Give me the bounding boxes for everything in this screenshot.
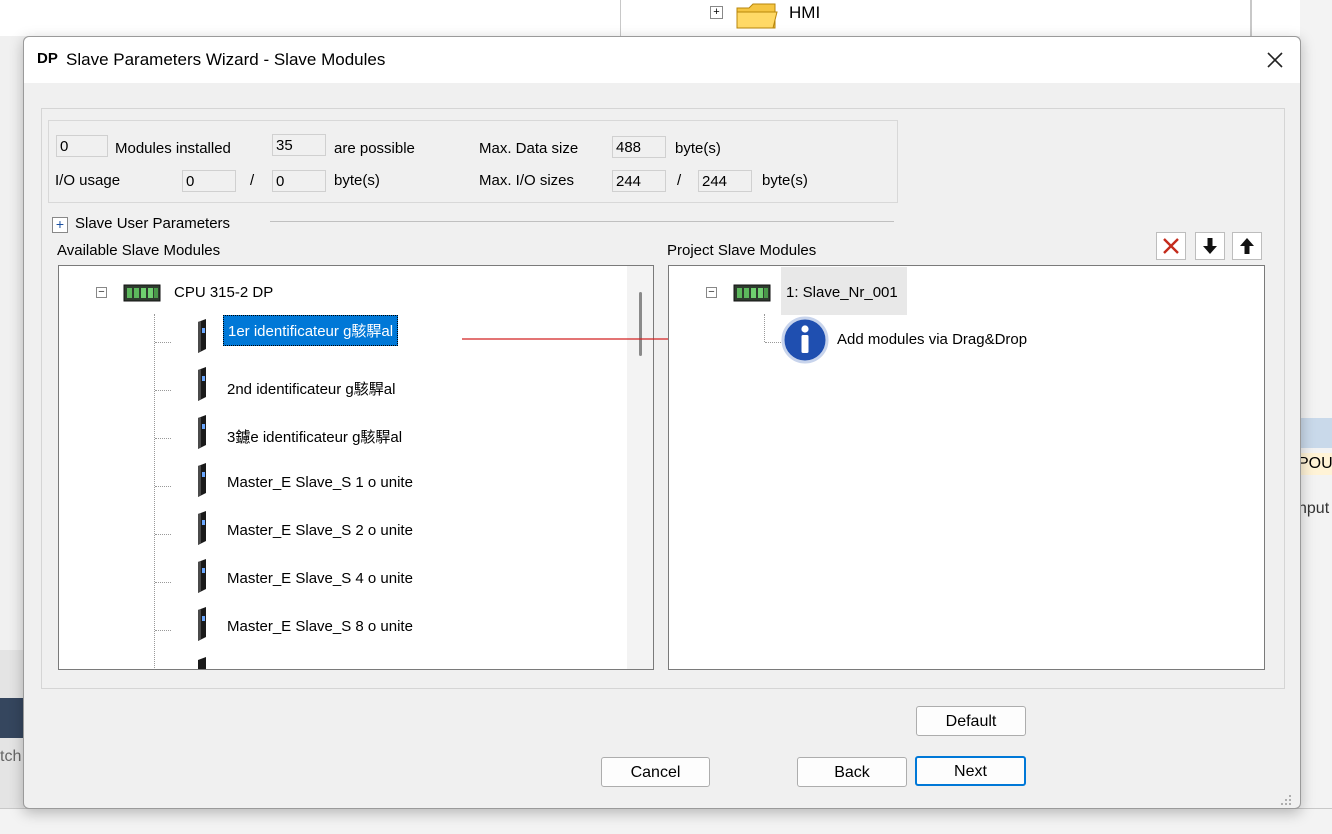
collapse-icon[interactable]: − [706, 287, 717, 298]
modules-installed-field: 0 [56, 135, 108, 157]
cpu-rack-icon [123, 283, 161, 303]
max-io-out-field: 244 [698, 170, 752, 192]
tree-branch [155, 438, 171, 439]
max-data-size-unit: byte(s) [675, 140, 721, 157]
possible-field: 35 [272, 134, 326, 156]
cancel-button[interactable]: Cancel [601, 757, 710, 787]
background-tab [1300, 418, 1332, 448]
module-item-2[interactable]: 2nd identificateur g駭駻al [227, 378, 395, 399]
max-io-unit: byte(s) [762, 172, 808, 189]
project-modules-tree[interactable]: − 1: Slave_Nr_001 Add modules via Drag&D… [668, 265, 1265, 670]
module-item-4[interactable]: Master_E Slave_S 1 o unite [227, 474, 413, 491]
slave-user-params-label[interactable]: Slave User Parameters [75, 215, 230, 232]
delete-icon[interactable] [1156, 232, 1186, 260]
tree-branch [155, 390, 171, 391]
module-item-3[interactable]: 3鑢e identificateur g駭駻al [227, 426, 402, 447]
io-usage-separator: / [250, 172, 255, 189]
tree-branch [155, 486, 171, 487]
background-status [0, 808, 1332, 834]
drag-drop-hint: Add modules via Drag&Drop [837, 331, 1028, 348]
available-modules-tree[interactable]: − CPU 315-2 DP 1er identificateur g駭駻al … [58, 265, 654, 670]
io-usage-out-field: 0 [272, 170, 326, 192]
module-icon [195, 558, 209, 594]
move-down-icon[interactable] [1195, 232, 1225, 260]
background-tab-label[interactable]: POU [1298, 453, 1332, 475]
available-root-label[interactable]: CPU 315-2 DP [174, 284, 273, 301]
module-item-5[interactable]: Master_E Slave_S 2 o unite [227, 522, 413, 539]
tree-branch [765, 342, 781, 343]
module-icon [195, 656, 209, 669]
background-left-label: tch [0, 748, 22, 765]
move-up-icon[interactable] [1232, 232, 1262, 260]
tree-line [764, 314, 765, 342]
tree-line [154, 314, 155, 669]
tree-branch [155, 534, 171, 535]
tree-branch [155, 582, 171, 583]
tree-branch [155, 342, 171, 343]
expand-icon[interactable]: + [710, 6, 723, 19]
background-right-pane [1300, 0, 1332, 833]
slave-modules-dialog: DP Slave Parameters Wizard - Slave Modul… [23, 36, 1301, 809]
divider [270, 221, 894, 222]
background-left-bar [0, 698, 24, 738]
max-io-separator: / [677, 172, 682, 189]
project-modules-header: Project Slave Modules [667, 242, 817, 259]
slave-rack-icon [733, 283, 771, 303]
module-icon [195, 606, 209, 642]
folder-icon [735, 0, 779, 30]
max-io-in-field: 244 [612, 170, 666, 192]
module-icon [195, 318, 209, 354]
module-icon [195, 510, 209, 546]
module-item-6[interactable]: Master_E Slave_S 4 o unite [227, 570, 413, 587]
dialog-title: Slave Parameters Wizard - Slave Modules [66, 50, 386, 69]
available-modules-header: Available Slave Modules [57, 242, 221, 259]
next-button[interactable]: Next [915, 756, 1026, 786]
max-io-sizes-label: Max. I/O sizes [479, 172, 575, 189]
module-item-7[interactable]: Master_E Slave_S 8 o unite [227, 618, 413, 635]
module-icon [195, 414, 209, 450]
resize-grip-icon[interactable] [1280, 793, 1292, 805]
max-data-size-label: Max. Data size [479, 140, 579, 157]
hmi-label[interactable]: HMI [789, 3, 820, 23]
possible-label: are possible [334, 140, 415, 157]
io-usage-unit: byte(s) [334, 172, 380, 189]
default-button[interactable]: Default [916, 706, 1026, 736]
expand-user-params-icon[interactable]: + [52, 217, 68, 233]
collapse-icon[interactable]: − [96, 287, 107, 298]
title-bar: DP Slave Parameters Wizard - Slave Modul… [24, 37, 1300, 83]
info-group [48, 120, 898, 203]
io-usage-label: I/O usage [55, 172, 121, 189]
max-data-size-field: 488 [612, 136, 666, 158]
info-icon [781, 316, 829, 364]
tree-branch [155, 630, 171, 631]
module-item-1[interactable]: 1er identificateur g駭駻al [223, 315, 399, 346]
background-input-label: nput [1298, 500, 1330, 517]
background-window [0, 0, 1332, 36]
project-root-label[interactable]: 1: Slave_Nr_001 [786, 284, 898, 301]
back-button[interactable]: Back [797, 757, 907, 787]
module-icon [195, 462, 209, 498]
background-divider [620, 0, 621, 36]
background-divider [1250, 0, 1252, 36]
io-usage-in-field: 0 [182, 170, 236, 192]
dp-icon: DP [37, 50, 58, 67]
close-icon[interactable] [1260, 45, 1290, 75]
modules-installed-label: Modules installed [115, 140, 231, 157]
module-icon [195, 366, 209, 402]
